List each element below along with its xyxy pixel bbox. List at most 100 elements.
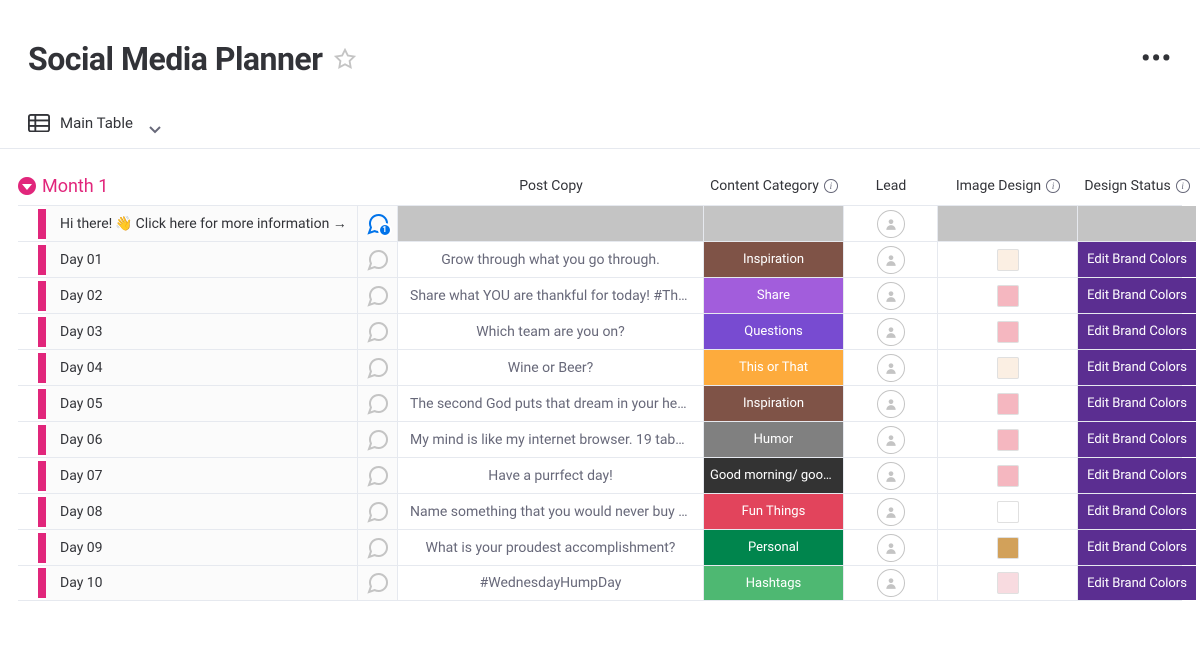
content-category-cell[interactable]: Share xyxy=(704,278,844,313)
row-name-cell[interactable]: Hi there! 👋Click here for more informati… xyxy=(46,206,358,241)
lead-cell[interactable] xyxy=(844,206,938,241)
view-tab[interactable]: Main Table xyxy=(0,78,1200,142)
table-row[interactable]: Day 10#WednesdayHumpDayHashtagsEdit Bran… xyxy=(18,565,1182,601)
chat-cell[interactable] xyxy=(358,530,398,565)
post-copy-cell[interactable]: Which team are you on? xyxy=(398,314,704,349)
row-name-cell[interactable]: Day 01 xyxy=(46,242,358,277)
group-collapse-icon[interactable] xyxy=(18,177,36,195)
image-design-cell[interactable] xyxy=(938,422,1078,457)
row-name-cell[interactable]: Day 04 xyxy=(46,350,358,385)
chat-cell[interactable] xyxy=(358,278,398,313)
post-copy-cell[interactable]: Grow through what you go through. xyxy=(398,242,704,277)
design-status-cell[interactable]: Edit Brand Colors xyxy=(1078,530,1196,565)
group-title[interactable]: Month 1 xyxy=(42,176,108,197)
lead-cell[interactable] xyxy=(844,278,938,313)
row-name-cell[interactable]: Day 10 xyxy=(46,566,358,600)
row-name-cell[interactable]: Day 06 xyxy=(46,422,358,457)
image-design-cell[interactable] xyxy=(938,242,1078,277)
image-design-cell[interactable] xyxy=(938,494,1078,529)
content-category-cell[interactable]: Inspiration xyxy=(704,386,844,421)
chat-cell[interactable] xyxy=(358,422,398,457)
column-header-content-category[interactable]: Content Category i xyxy=(704,178,844,194)
table-row[interactable]: Day 05 The second God puts that dream in … xyxy=(18,385,1182,421)
design-status-cell[interactable]: Edit Brand Colors xyxy=(1078,350,1196,385)
row-handle[interactable] xyxy=(38,568,46,598)
row-handle[interactable] xyxy=(38,353,46,383)
content-category-cell[interactable] xyxy=(704,206,844,241)
content-category-cell[interactable]: Personal xyxy=(704,530,844,565)
post-copy-cell[interactable]: What is your proudest accomplishment? xyxy=(398,530,704,565)
image-design-cell[interactable] xyxy=(938,314,1078,349)
chat-cell[interactable] xyxy=(358,314,398,349)
more-menu-icon[interactable]: ••• xyxy=(1141,44,1172,74)
table-row[interactable]: Day 09 What is your proudest accomplishme… xyxy=(18,529,1182,565)
chat-cell[interactable] xyxy=(358,350,398,385)
design-status-cell[interactable]: Edit Brand Colors xyxy=(1078,458,1196,493)
image-design-cell[interactable] xyxy=(938,206,1078,241)
content-category-cell[interactable]: Questions xyxy=(704,314,844,349)
table-row[interactable]: Day 07 Have a purrfect day!Good morning/ … xyxy=(18,457,1182,493)
design-status-cell[interactable] xyxy=(1078,206,1196,241)
row-handle[interactable] xyxy=(38,209,46,239)
row-name-cell[interactable]: Day 02 xyxy=(46,278,358,313)
lead-cell[interactable] xyxy=(844,242,938,277)
chevron-down-icon[interactable] xyxy=(149,119,161,127)
post-copy-cell[interactable] xyxy=(398,206,704,241)
star-icon[interactable] xyxy=(334,48,356,70)
post-copy-cell[interactable]: My mind is like my internet browser. 19 … xyxy=(398,422,704,457)
design-status-cell[interactable]: Edit Brand Colors xyxy=(1078,566,1196,600)
lead-cell[interactable] xyxy=(844,314,938,349)
info-icon[interactable]: i xyxy=(1046,179,1060,193)
page-title[interactable]: Social Media Planner xyxy=(28,40,322,78)
column-header-lead[interactable]: Lead xyxy=(844,178,938,194)
row-handle[interactable] xyxy=(38,245,46,275)
lead-cell[interactable] xyxy=(844,530,938,565)
column-header-design-status[interactable]: Design Status i xyxy=(1078,178,1196,194)
content-category-cell[interactable]: Good morning/ good … xyxy=(704,458,844,493)
content-category-cell[interactable]: Inspiration xyxy=(704,242,844,277)
column-header-post-copy[interactable]: Post Copy xyxy=(398,178,704,194)
post-copy-cell[interactable]: Have a purrfect day! xyxy=(398,458,704,493)
table-row[interactable]: Day 02 Share what YOU are thankful for to… xyxy=(18,277,1182,313)
chat-cell[interactable] xyxy=(358,566,398,600)
row-name-cell[interactable]: Day 05 xyxy=(46,386,358,421)
post-copy-cell[interactable]: #WednesdayHumpDay xyxy=(398,566,704,600)
post-copy-cell[interactable]: Name something that you would never buy … xyxy=(398,494,704,529)
info-icon[interactable]: i xyxy=(824,179,838,193)
design-status-cell[interactable]: Edit Brand Colors xyxy=(1078,422,1196,457)
post-copy-cell[interactable]: Wine or Beer? xyxy=(398,350,704,385)
row-name-cell[interactable]: Day 09 xyxy=(46,530,358,565)
image-design-cell[interactable] xyxy=(938,458,1078,493)
row-handle[interactable] xyxy=(38,317,46,347)
table-row[interactable]: Day 06 My mind is like my internet browse… xyxy=(18,421,1182,457)
info-icon[interactable]: i xyxy=(1176,179,1190,193)
lead-cell[interactable] xyxy=(844,422,938,457)
post-copy-cell[interactable]: The second God puts that dream in your h… xyxy=(398,386,704,421)
content-category-cell[interactable]: Humor xyxy=(704,422,844,457)
design-status-cell[interactable]: Edit Brand Colors xyxy=(1078,242,1196,277)
image-design-cell[interactable] xyxy=(938,566,1078,600)
table-row[interactable]: Day 03Which team are you on?QuestionsEdi… xyxy=(18,313,1182,349)
lead-cell[interactable] xyxy=(844,494,938,529)
row-name-cell[interactable]: Day 03 xyxy=(46,314,358,349)
table-row[interactable]: Day 01 Grow through what you go through.I… xyxy=(18,241,1182,277)
row-name-cell[interactable]: Day 07 xyxy=(46,458,358,493)
design-status-cell[interactable]: Edit Brand Colors xyxy=(1078,386,1196,421)
row-handle[interactable] xyxy=(38,425,46,455)
table-row[interactable]: Day 08 Name something that you would neve… xyxy=(18,493,1182,529)
chat-cell[interactable] xyxy=(358,386,398,421)
image-design-cell[interactable] xyxy=(938,350,1078,385)
post-copy-cell[interactable]: Share what YOU are thankful for today! #… xyxy=(398,278,704,313)
column-header-image-design[interactable]: Image Design i xyxy=(938,178,1078,194)
chat-cell[interactable]: 1 xyxy=(358,206,398,241)
design-status-cell[interactable]: Edit Brand Colors xyxy=(1078,278,1196,313)
lead-cell[interactable] xyxy=(844,566,938,600)
image-design-cell[interactable] xyxy=(938,386,1078,421)
lead-cell[interactable] xyxy=(844,386,938,421)
table-row[interactable]: Day 04Wine or Beer?This or ThatEdit Bran… xyxy=(18,349,1182,385)
chat-cell[interactable] xyxy=(358,458,398,493)
row-name-cell[interactable]: Day 08 xyxy=(46,494,358,529)
row-handle[interactable] xyxy=(38,461,46,491)
image-design-cell[interactable] xyxy=(938,530,1078,565)
row-handle[interactable] xyxy=(38,533,46,563)
